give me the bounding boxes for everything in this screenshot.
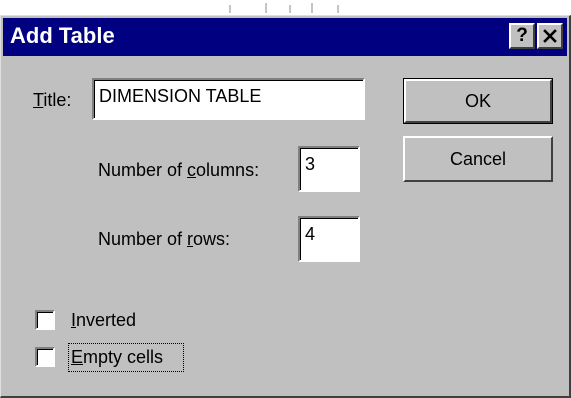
background-strip bbox=[0, 0, 571, 15]
close-icon bbox=[543, 29, 557, 43]
ok-button[interactable]: OK bbox=[403, 78, 553, 124]
title-label-mnemonic: T bbox=[33, 90, 44, 110]
rows-input[interactable]: 4 bbox=[298, 216, 360, 262]
columns-input-value: 3 bbox=[305, 154, 316, 174]
title-input[interactable]: DIMENSION TABLE bbox=[92, 78, 365, 120]
rows-label-suffix: ows: bbox=[193, 229, 231, 249]
title-bar[interactable]: Add Table ? bbox=[3, 18, 567, 56]
columns-label: Number of columns: bbox=[98, 158, 259, 182]
rows-input-value: 4 bbox=[305, 224, 316, 244]
cancel-button[interactable]: Cancel bbox=[403, 136, 553, 182]
close-button[interactable] bbox=[537, 23, 563, 49]
rows-label: Number of rows: bbox=[98, 227, 230, 251]
add-table-dialog: Add Table ? Title: DIMENSION TABLE Numbe… bbox=[0, 15, 571, 398]
title-input-value: DIMENSION TABLE bbox=[99, 86, 262, 106]
columns-label-suffix: olumns: bbox=[196, 160, 260, 180]
empty-cells-label[interactable]: Empty cells bbox=[71, 345, 163, 369]
inverted-label-text: nverted bbox=[76, 310, 137, 330]
ok-button-label: OK bbox=[464, 91, 491, 111]
columns-label-mnemonic: c bbox=[187, 160, 197, 180]
background-fragment bbox=[229, 3, 339, 13]
title-label-text: itle: bbox=[43, 90, 72, 110]
empty-cells-checkbox[interactable] bbox=[35, 347, 55, 367]
title-label: Title: bbox=[33, 88, 71, 112]
empty-cells-label-mnemonic: E bbox=[71, 347, 84, 367]
cancel-button-label: Cancel bbox=[449, 149, 507, 169]
columns-input[interactable]: 3 bbox=[298, 146, 360, 192]
inverted-label[interactable]: Inverted bbox=[71, 308, 136, 332]
help-icon: ? bbox=[516, 25, 528, 46]
rows-label-prefix: Number of bbox=[98, 229, 188, 249]
inverted-checkbox[interactable] bbox=[35, 310, 55, 330]
empty-cells-label-text: mpty cells bbox=[83, 347, 164, 367]
help-button[interactable]: ? bbox=[509, 23, 535, 49]
dialog-title: Add Table bbox=[10, 23, 115, 48]
columns-label-prefix: Number of bbox=[98, 160, 188, 180]
